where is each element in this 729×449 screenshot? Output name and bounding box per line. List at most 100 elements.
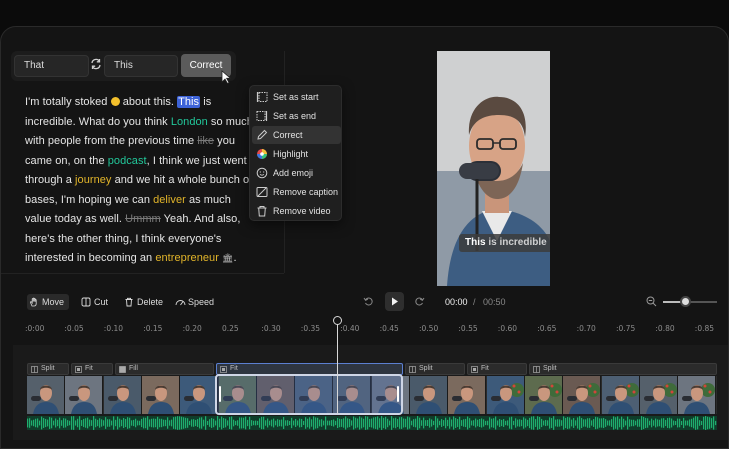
playhead-handle[interactable] xyxy=(333,316,342,325)
delete-label: Delete xyxy=(137,297,164,307)
ruler-tick-label: :0:00 xyxy=(25,324,45,333)
caption-rest: is incredible xyxy=(485,237,547,248)
segment-mode-label: Fill xyxy=(129,365,138,372)
divider xyxy=(1,273,284,274)
segment-mode-split[interactable]: Split xyxy=(27,363,69,375)
segment-mode-split[interactable]: Split xyxy=(529,363,717,375)
segment-mode-split[interactable]: Split xyxy=(405,363,465,375)
fit-icon xyxy=(471,366,478,373)
tagged-word[interactable]: 🏛 xyxy=(222,253,233,263)
ruler-tick-label: :0.35 xyxy=(300,324,321,333)
timeline-ruler[interactable]: :0:00:0.05:0.10:0.15:0.20 0.25:0.30:0.35:… xyxy=(1,321,728,339)
ruler-tick-label: :0.20 xyxy=(182,324,202,333)
tagged-word[interactable]: entrepreneur xyxy=(155,252,219,264)
clip-thumbnail xyxy=(448,376,487,414)
clip-thumbnail xyxy=(65,376,104,414)
ruler-tick-label: :0.85 xyxy=(694,324,715,333)
segment-mode-label: Split xyxy=(419,365,433,372)
transcript-text[interactable]: I'm totally stoked about this. This is i… xyxy=(25,93,259,269)
cut-tool-button[interactable]: Cut xyxy=(79,294,108,310)
menu-item-add-emoji[interactable]: Add emoji xyxy=(252,164,341,182)
tagged-word[interactable]: Ummm xyxy=(125,213,161,225)
menu-item-label: Remove caption xyxy=(273,187,339,197)
menu-item-label: Highlight xyxy=(273,149,309,159)
menu-item-set-as-start[interactable]: Set as start xyxy=(252,88,341,106)
zoom-out-icon[interactable] xyxy=(646,296,657,307)
cut-label: Cut xyxy=(94,297,109,307)
trim-handle-left[interactable] xyxy=(219,386,221,402)
color-wheel-icon xyxy=(257,149,267,159)
current-time: 00:00 xyxy=(445,297,468,307)
clip-thumbnail xyxy=(486,376,525,414)
video-preview[interactable]: This is incredible xyxy=(437,51,550,286)
caption-remove-icon xyxy=(256,187,268,197)
tagged-word[interactable]: like xyxy=(197,135,214,147)
speed-tool-button[interactable]: Speed xyxy=(173,294,214,310)
selected-word[interactable]: This xyxy=(177,96,201,108)
menu-item-highlight[interactable]: Highlight xyxy=(252,145,341,163)
zoom-slider-handle[interactable] xyxy=(680,296,691,307)
hand-icon xyxy=(30,297,37,307)
duration: 00:50 xyxy=(483,297,506,307)
pencil-icon xyxy=(257,129,268,140)
ruler-tick-label: :0.50 xyxy=(419,324,439,333)
segment-mode-label: Fit xyxy=(85,365,93,372)
clip-thumbnail xyxy=(678,376,717,414)
playhead-line xyxy=(337,321,338,414)
menu-item-label: Set as start xyxy=(273,92,319,102)
tagged-word[interactable]: journey xyxy=(75,174,111,186)
emoji-icon[interactable] xyxy=(110,97,120,106)
bracket-start-icon xyxy=(256,92,268,102)
rewind-icon[interactable] xyxy=(363,296,374,307)
clip-thumbnail xyxy=(27,376,65,414)
find-replace-bar: That This Correct xyxy=(11,51,236,81)
transcript-span[interactable]: I'm totally stoked xyxy=(25,96,111,108)
delete-tool-button[interactable]: Delete xyxy=(122,294,163,310)
menu-item-label: Remove video xyxy=(273,206,331,216)
tagged-word[interactable]: podcast xyxy=(108,155,147,167)
speedometer-icon xyxy=(175,300,186,306)
menu-item-remove-caption[interactable]: Remove caption xyxy=(252,183,341,201)
ruler-tick-label: :0.55 xyxy=(458,324,478,333)
fit-icon xyxy=(75,366,82,373)
audio-waveform xyxy=(27,416,717,430)
transcript-span[interactable]: . xyxy=(234,252,237,264)
ruler-tick-label: :0.80 xyxy=(655,324,675,333)
trash-icon xyxy=(257,206,267,217)
segment-mode-fill[interactable]: Fill xyxy=(115,363,214,375)
menu-item-label: Set as end xyxy=(273,111,317,121)
swap-icon[interactable] xyxy=(90,58,102,74)
transcript-span[interactable]: about this. xyxy=(120,96,178,108)
selected-clip[interactable] xyxy=(215,374,403,415)
ruler-tick-label: 0.25 xyxy=(222,324,239,333)
clip-thumbnail xyxy=(103,376,142,414)
find-input[interactable]: That xyxy=(14,55,89,77)
ruler-tick-label: :0.05 xyxy=(64,324,84,333)
menu-item-set-as-end[interactable]: Set as end xyxy=(252,107,341,125)
menu-item-remove-video[interactable]: Remove video xyxy=(252,202,341,220)
clip-thumbnail xyxy=(141,376,180,414)
segment-mode-fit[interactable]: Fit xyxy=(71,363,113,375)
segment-mode-fit[interactable]: Fit xyxy=(467,363,527,375)
play-button[interactable] xyxy=(385,292,404,311)
segment-mode-label: Fit xyxy=(481,365,489,372)
trim-handle-right[interactable] xyxy=(397,386,399,402)
menu-item-label: Add emoji xyxy=(273,168,314,178)
move-tool-button[interactable]: Move xyxy=(27,294,70,310)
video-caption: This is incredible xyxy=(459,234,550,252)
menu-item-label: Correct xyxy=(273,130,303,140)
ruler-tick-label: :0.65 xyxy=(537,324,557,333)
clip-thumbnail xyxy=(639,376,678,414)
tagged-word[interactable]: deliver xyxy=(153,194,186,206)
tagged-word[interactable]: London xyxy=(171,116,208,128)
ruler-tick-label: :0.60 xyxy=(497,324,518,333)
clip-thumbnail xyxy=(524,376,563,414)
menu-item-correct[interactable]: Correct xyxy=(252,126,341,144)
split-icon xyxy=(409,366,416,373)
forward-icon[interactable] xyxy=(414,296,425,307)
ruler-tick-label: :0.70 xyxy=(576,324,596,333)
ruler-tick-label: :0.45 xyxy=(379,324,399,333)
replace-input[interactable]: This xyxy=(104,55,178,77)
timeline-toolbar: Move Cut Delete Speed 00:00 / 00:50 xyxy=(1,287,728,317)
segment-mode-label: Split xyxy=(41,365,55,372)
